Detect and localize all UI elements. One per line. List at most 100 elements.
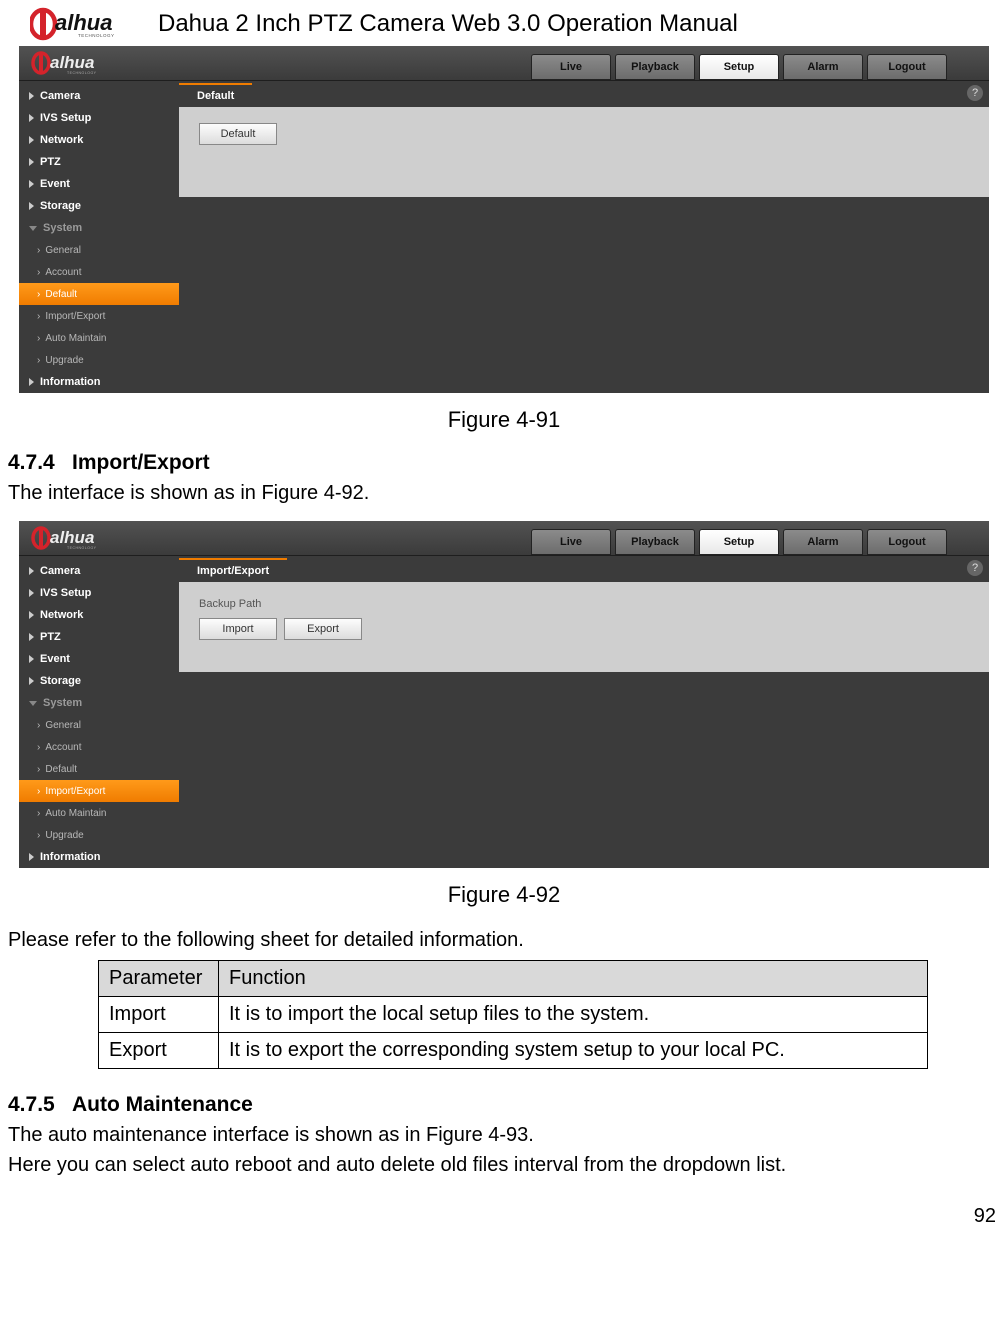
sidebar-label: Network bbox=[40, 609, 83, 621]
sidebar-item-information[interactable]: Information bbox=[19, 846, 179, 868]
content-tab-import-export[interactable]: Import/Export bbox=[179, 558, 287, 582]
sidebar-item-default[interactable]: › Default bbox=[19, 283, 179, 305]
sidebar-label: Auto Maintain bbox=[45, 808, 106, 819]
svg-text:alhua: alhua bbox=[50, 53, 94, 72]
sidebar-label: Network bbox=[40, 134, 83, 146]
figure-caption-91: Figure 4-91 bbox=[8, 407, 1000, 433]
tab-live[interactable]: Live bbox=[531, 54, 611, 80]
sidebar-item-information[interactable]: Information bbox=[19, 371, 179, 393]
sidebar: Camera IVS Setup Network PTZ Event Stora… bbox=[19, 81, 179, 393]
chevron-right-icon: › bbox=[37, 764, 40, 775]
table-header-param: Parameter bbox=[99, 961, 219, 997]
backup-path-label: Backup Path bbox=[199, 598, 969, 610]
sidebar-item-ptz[interactable]: PTZ bbox=[19, 626, 179, 648]
sidebar-item-general[interactable]: ›General bbox=[19, 714, 179, 736]
export-button[interactable]: Export bbox=[284, 618, 362, 640]
table-row: Import It is to import the local setup f… bbox=[99, 997, 928, 1033]
chevron-right-icon bbox=[29, 853, 34, 861]
sidebar-item-event[interactable]: Event bbox=[19, 648, 179, 670]
svg-text:alhua: alhua bbox=[50, 528, 94, 547]
sidebar-item-default[interactable]: › Default bbox=[19, 758, 179, 780]
sidebar-label: IVS Setup bbox=[40, 587, 91, 599]
chevron-right-icon bbox=[29, 589, 34, 597]
sidebar-item-ptz[interactable]: PTZ bbox=[19, 151, 179, 173]
chevron-right-icon bbox=[29, 114, 34, 122]
sidebar-item-storage[interactable]: Storage bbox=[19, 670, 179, 692]
sidebar-item-account[interactable]: ›Account bbox=[19, 736, 179, 758]
sidebar-label: Camera bbox=[40, 565, 80, 577]
sidebar-label: System bbox=[43, 697, 82, 709]
table-intro: Please refer to the following sheet for … bbox=[8, 926, 1000, 954]
section-475-heading: 4.7.5Auto Maintenance bbox=[8, 1093, 1000, 1117]
tab-logout[interactable]: Logout bbox=[867, 529, 947, 555]
sidebar-label: Event bbox=[40, 653, 70, 665]
doc-header: alhua TECHNOLOGY Dahua 2 Inch PTZ Camera… bbox=[8, 0, 1000, 46]
tab-setup[interactable]: Setup bbox=[699, 529, 779, 555]
chevron-right-icon: › bbox=[37, 830, 40, 841]
sidebar-label: Default bbox=[45, 289, 77, 300]
chevron-right-icon bbox=[29, 92, 34, 100]
sidebar-item-network[interactable]: Network bbox=[19, 129, 179, 151]
help-icon[interactable]: ? bbox=[967, 85, 983, 101]
sidebar-label: PTZ bbox=[40, 156, 61, 168]
sidebar-item-system[interactable]: System bbox=[19, 217, 179, 239]
tab-playback[interactable]: Playback bbox=[615, 54, 695, 80]
chevron-down-icon bbox=[29, 226, 37, 231]
sidebar-item-upgrade[interactable]: › Upgrade bbox=[19, 349, 179, 371]
content-tab-default[interactable]: Default bbox=[179, 83, 252, 107]
page-number: 92 bbox=[8, 1205, 1000, 1228]
sidebar-item-ivs[interactable]: IVS Setup bbox=[19, 107, 179, 129]
sidebar-item-upgrade[interactable]: ›Upgrade bbox=[19, 824, 179, 846]
chevron-right-icon bbox=[29, 378, 34, 386]
svg-text:TECHNOLOGY: TECHNOLOGY bbox=[67, 546, 97, 550]
tab-playback[interactable]: Playback bbox=[615, 529, 695, 555]
top-nav-tabs: Live Playback Setup Alarm Logout bbox=[529, 521, 989, 555]
chevron-right-icon bbox=[29, 202, 34, 210]
section-474-heading: 4.7.4Import/Export bbox=[8, 451, 1000, 475]
sidebar-item-import-export[interactable]: ›Import/Export bbox=[19, 305, 179, 327]
sidebar-label: System bbox=[43, 222, 82, 234]
sidebar-item-ivs[interactable]: IVS Setup bbox=[19, 582, 179, 604]
chevron-right-icon: › bbox=[37, 289, 40, 300]
tab-setup[interactable]: Setup bbox=[699, 54, 779, 80]
sidebar-item-general[interactable]: › General bbox=[19, 239, 179, 261]
table-row: Export It is to export the corresponding… bbox=[99, 1033, 928, 1069]
sidebar-item-auto-maintain[interactable]: ›Auto Maintain bbox=[19, 802, 179, 824]
section-number: 4.7.5 bbox=[8, 1093, 72, 1117]
tab-alarm[interactable]: Alarm bbox=[783, 54, 863, 80]
default-button[interactable]: Default bbox=[199, 123, 277, 145]
top-nav-tabs: Live Playback Setup Alarm Logout bbox=[529, 46, 989, 80]
sidebar-item-camera[interactable]: Camera bbox=[19, 560, 179, 582]
sidebar-label: Information bbox=[40, 376, 101, 388]
sidebar-label: Upgrade bbox=[45, 355, 83, 366]
sidebar-item-auto-maintain[interactable]: ›Auto Maintain bbox=[19, 327, 179, 349]
svg-text:TECHNOLOGY: TECHNOLOGY bbox=[67, 71, 97, 75]
sidebar-item-storage[interactable]: Storage bbox=[19, 195, 179, 217]
sidebar-item-account[interactable]: ›Account bbox=[19, 261, 179, 283]
tab-alarm[interactable]: Alarm bbox=[783, 529, 863, 555]
chevron-right-icon: › bbox=[37, 355, 40, 366]
chevron-right-icon: › bbox=[37, 333, 40, 344]
section-474-text: The interface is shown as in Figure 4-92… bbox=[8, 479, 1000, 507]
sidebar-item-camera[interactable]: Camera bbox=[19, 85, 179, 107]
sidebar-item-network[interactable]: Network bbox=[19, 604, 179, 626]
sidebar-item-system[interactable]: System bbox=[19, 692, 179, 714]
sidebar-label: Default bbox=[45, 764, 77, 775]
help-icon[interactable]: ? bbox=[967, 560, 983, 576]
cell-func: It is to import the local setup files to… bbox=[219, 997, 928, 1033]
tab-live[interactable]: Live bbox=[531, 529, 611, 555]
chevron-right-icon: › bbox=[37, 245, 40, 256]
sidebar-item-import-export[interactable]: ›Import/Export bbox=[19, 780, 179, 802]
chevron-right-icon bbox=[29, 180, 34, 188]
cell-param: Import bbox=[99, 997, 219, 1033]
app-logo: alhua TECHNOLOGY bbox=[19, 46, 179, 80]
sidebar-item-event[interactable]: Event bbox=[19, 173, 179, 195]
import-button[interactable]: Import bbox=[199, 618, 277, 640]
sidebar-label: General bbox=[45, 245, 81, 256]
svg-text:alhua: alhua bbox=[55, 10, 112, 35]
sidebar-label: Event bbox=[40, 178, 70, 190]
sidebar-label: General bbox=[45, 720, 81, 731]
tab-logout[interactable]: Logout bbox=[867, 54, 947, 80]
chevron-right-icon: › bbox=[37, 786, 40, 797]
default-panel: Default bbox=[179, 107, 989, 197]
